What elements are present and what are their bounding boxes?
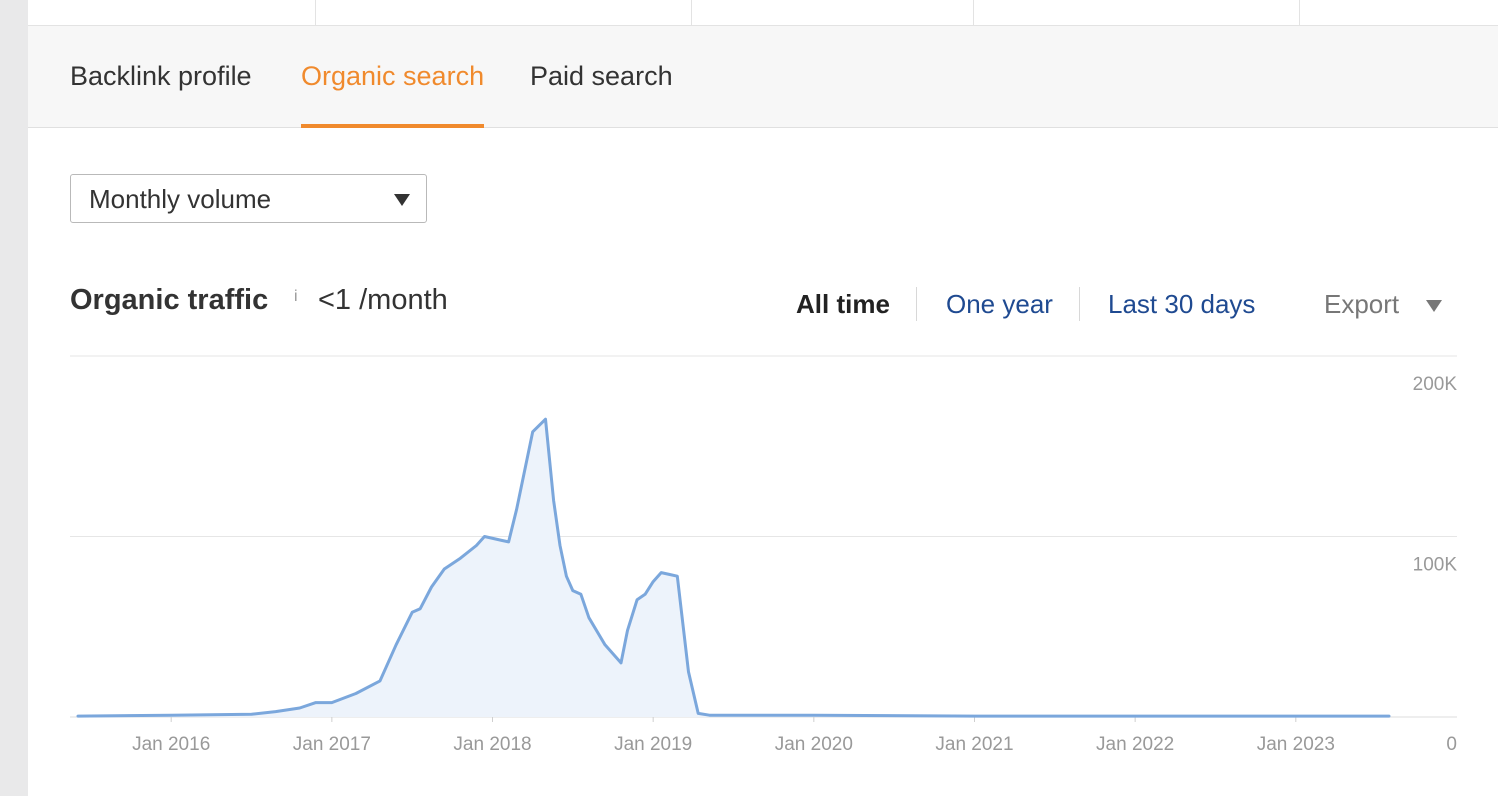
x-tick-label: Jan 2022 xyxy=(1096,734,1174,755)
y-tick-label: 200K xyxy=(1413,374,1458,395)
x-tick-label: Jan 2020 xyxy=(775,734,853,755)
organic-traffic-chart: 200K 100K 0 Jan 2016 Jan 2017 Jan 2018 Jan 201… xyxy=(70,355,1458,755)
series-area xyxy=(78,419,1389,717)
x-tick-label: Jan 2017 xyxy=(293,734,371,755)
x-tick-label: Jan 2018 xyxy=(453,734,531,755)
x-tick-label: Jan 2021 xyxy=(935,734,1013,755)
x-tick-label: Jan 2016 xyxy=(132,734,210,755)
series-line xyxy=(76,417,1391,718)
x-tick-label: Jan 2023 xyxy=(1257,734,1335,755)
x-tick-label: Jan 2019 xyxy=(614,734,692,755)
y-tick-label: 0 xyxy=(1446,734,1457,755)
y-tick-label: 100K xyxy=(1413,555,1458,576)
